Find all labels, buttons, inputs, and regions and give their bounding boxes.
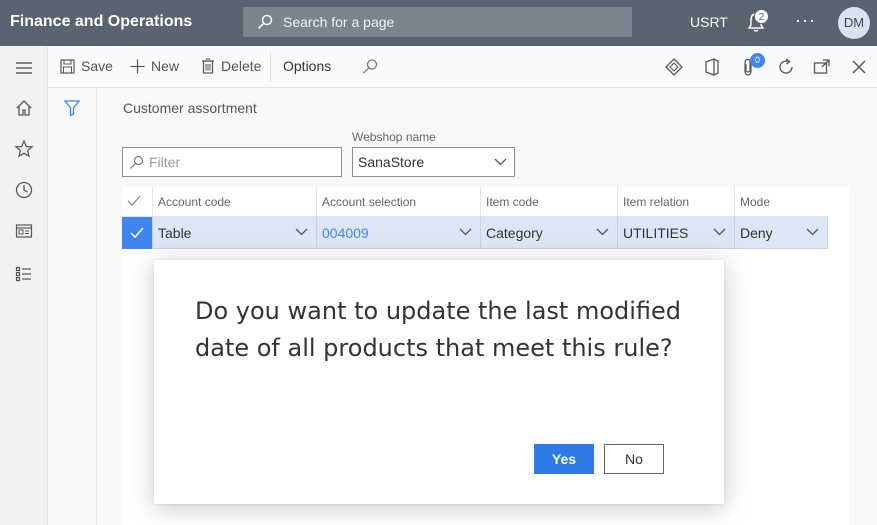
- workspaces-icon[interactable]: [14, 221, 34, 241]
- column-header-item-code[interactable]: Item code: [480, 187, 617, 217]
- search-placeholder: Search for a page: [283, 14, 395, 30]
- power-apps-icon[interactable]: [664, 57, 684, 77]
- account-selection-value[interactable]: 004009: [322, 225, 369, 241]
- action-pane: Save New Delete Options 0: [48, 46, 877, 88]
- delete-button[interactable]: Delete: [201, 58, 261, 74]
- webshop-name-value: SanaStore: [358, 154, 425, 170]
- grid-header: Account code Account selection Item code…: [122, 187, 828, 217]
- column-header-account-selection[interactable]: Account selection: [316, 187, 480, 217]
- chevron-down-icon: [713, 228, 726, 236]
- left-navigation: [0, 46, 48, 525]
- search-icon: [257, 14, 273, 30]
- delete-label: Delete: [221, 58, 262, 74]
- toolbar-divider: [270, 52, 271, 82]
- chevron-down-icon: [459, 228, 472, 236]
- open-in-new-window-icon[interactable]: [812, 57, 832, 77]
- filter-placeholder: Filter: [149, 154, 181, 170]
- account-code-value: Table: [158, 225, 192, 241]
- save-button[interactable]: Save: [60, 58, 113, 74]
- table-row[interactable]: Table 004009 Category UTILITIES Deny: [122, 217, 828, 249]
- checkmark-icon: [127, 195, 141, 206]
- webshop-name-label: Webshop name: [352, 130, 436, 144]
- filter-input[interactable]: Filter: [122, 147, 342, 177]
- search-icon[interactable]: [360, 57, 380, 77]
- new-button[interactable]: New: [130, 58, 179, 74]
- mode-value: Deny: [740, 225, 773, 241]
- notification-badge: 2: [754, 9, 769, 24]
- confirmation-dialog: Do you want to update the last modified …: [154, 260, 724, 504]
- app-title[interactable]: Finance and Operations: [10, 13, 192, 31]
- checkmark-icon: [130, 227, 144, 239]
- avatar[interactable]: DM: [838, 7, 870, 39]
- item-relation-value: UTILITIES: [623, 225, 689, 241]
- home-icon[interactable]: [14, 98, 34, 118]
- search-icon: [130, 155, 144, 169]
- trash-icon: [202, 58, 214, 74]
- column-header-mode[interactable]: Mode: [734, 187, 828, 217]
- dialog-message: Do you want to update the last modified …: [195, 297, 682, 362]
- column-header-item-relation[interactable]: Item relation: [617, 187, 734, 217]
- webshop-name-select[interactable]: SanaStore: [352, 147, 515, 177]
- chevron-down-icon: [806, 228, 819, 236]
- top-bar: Finance and Operations Search for a page…: [0, 0, 877, 46]
- no-button[interactable]: No: [604, 444, 664, 474]
- account-code-cell[interactable]: Table: [152, 217, 316, 249]
- row-select-checkbox[interactable]: [122, 217, 152, 249]
- chevron-down-icon: [494, 158, 507, 166]
- item-code-cell[interactable]: Category: [480, 217, 617, 249]
- attachment-badge: 0: [750, 53, 765, 68]
- recent-clock-icon[interactable]: [14, 180, 34, 200]
- office-icon[interactable]: [702, 57, 722, 77]
- modules-list-icon[interactable]: [14, 264, 34, 284]
- save-icon: [60, 58, 75, 74]
- column-header-account-code[interactable]: Account code: [152, 187, 316, 217]
- mode-cell[interactable]: Deny: [734, 217, 828, 249]
- company-picker[interactable]: USRT: [690, 14, 728, 30]
- select-all-checkbox[interactable]: [122, 187, 152, 217]
- options-label: Options: [283, 58, 332, 74]
- yes-button[interactable]: Yes: [534, 444, 594, 474]
- search-box[interactable]: Search for a page: [243, 7, 632, 37]
- plus-icon: [130, 59, 145, 73]
- chevron-down-icon: [596, 228, 609, 236]
- options-tab[interactable]: Options: [283, 58, 331, 74]
- page-caption: Customer assortment: [123, 100, 257, 116]
- favorites-star-icon[interactable]: [14, 139, 34, 159]
- refresh-icon[interactable]: [776, 57, 796, 77]
- item-code-value: Category: [486, 225, 543, 241]
- filter-pane-strip: [48, 88, 97, 525]
- save-label: Save: [81, 58, 113, 74]
- item-relation-cell[interactable]: UTILITIES: [617, 217, 734, 249]
- hamburger-menu-icon[interactable]: [14, 58, 34, 78]
- more-options-button[interactable]: ···: [795, 10, 816, 31]
- account-selection-cell[interactable]: 004009: [316, 217, 480, 249]
- close-icon[interactable]: [849, 57, 869, 77]
- chevron-down-icon: [295, 228, 308, 236]
- new-label: New: [151, 58, 180, 74]
- filter-icon[interactable]: [63, 99, 81, 117]
